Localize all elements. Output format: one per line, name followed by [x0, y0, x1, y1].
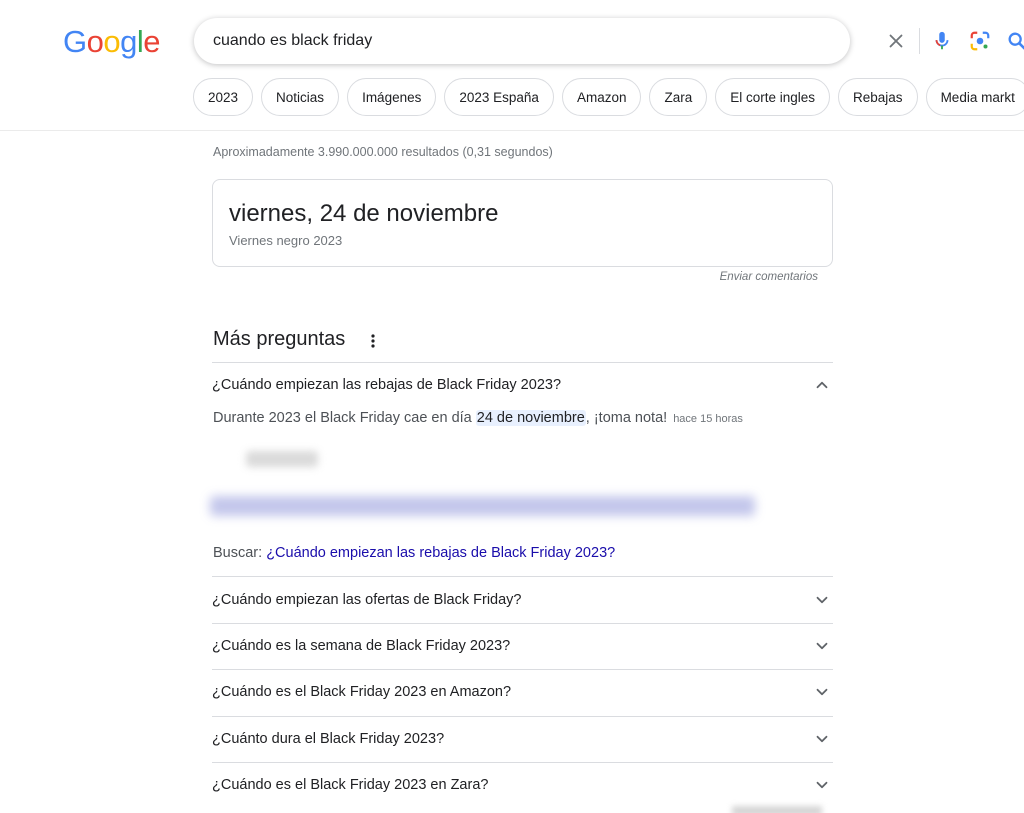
- paa-question[interactable]: ¿Cuándo es el Black Friday 2023 en Zara?: [212, 762, 833, 808]
- more-options-icon[interactable]: [366, 332, 380, 350]
- logo-letter: g: [120, 24, 137, 59]
- logo-letter: o: [103, 24, 121, 59]
- search-suggestion-prefix: Buscar:: [213, 545, 267, 561]
- filter-chips: 2023 Noticias Imágenes 2023 España Amazo…: [193, 78, 1024, 116]
- chip-noticias[interactable]: Noticias: [261, 78, 340, 116]
- featured-answer-sub: Viernes negro 2023: [229, 233, 343, 248]
- paa-question-label: ¿Cuánto dura el Black Friday 2023?: [212, 731, 445, 747]
- paa-answer-snippet: Durante 2023 el Black Friday cae en día …: [213, 410, 743, 426]
- chip-zara[interactable]: Zara: [649, 78, 708, 116]
- chevron-up-icon[interactable]: [813, 376, 831, 394]
- search-divider: [919, 28, 920, 54]
- chip-2023[interactable]: 2023: [193, 78, 254, 116]
- paa-question[interactable]: ¿Cuándo es la semana de Black Friday 202…: [212, 623, 833, 669]
- chip-amazon[interactable]: Amazon: [561, 78, 642, 116]
- blurred-result-link[interactable]: [210, 496, 755, 516]
- paa-question-label: ¿Cuándo empiezan las ofertas de Black Fr…: [212, 592, 522, 608]
- search-icon[interactable]: [1006, 30, 1024, 52]
- paa-question-label: ¿Cuándo es la semana de Black Friday 202…: [212, 638, 511, 654]
- paa-question[interactable]: ¿Cuándo es el Black Friday 2023 en Amazo…: [212, 669, 833, 715]
- paa-question-label: ¿Cuándo es el Black Friday 2023 en Amazo…: [212, 684, 512, 700]
- chevron-down-icon[interactable]: [813, 683, 831, 701]
- chevron-down-icon[interactable]: [813, 776, 831, 794]
- chip-2023-espana[interactable]: 2023 España: [444, 78, 554, 116]
- header: Google 2: [0, 0, 1024, 131]
- feedback-link[interactable]: Enviar comentarios: [720, 271, 818, 283]
- chip-imagenes[interactable]: Imágenes: [347, 78, 437, 116]
- paa-question[interactable]: ¿Cuándo empiezan las ofertas de Black Fr…: [212, 577, 833, 623]
- featured-answer-card: viernes, 24 de noviembre Viernes negro 2…: [212, 179, 833, 267]
- chevron-down-icon[interactable]: [813, 730, 831, 748]
- logo-letter: e: [143, 24, 161, 59]
- chip-rebajas[interactable]: Rebajas: [838, 78, 918, 116]
- blurred-more-results: [732, 806, 822, 813]
- answer-text: Durante 2023 el Black Friday cae en día: [213, 410, 476, 426]
- answer-highlight: 24 de noviembre: [475, 410, 586, 426]
- paa-question-expanded[interactable]: ¿Cuándo empiezan las rebajas de Black Fr…: [212, 362, 833, 408]
- paa-question-label: ¿Cuándo es el Black Friday 2023 en Zara?: [212, 777, 489, 793]
- featured-answer-main: viernes, 24 de noviembre: [229, 200, 499, 227]
- google-logo[interactable]: Google: [63, 24, 161, 60]
- chevron-down-icon[interactable]: [813, 591, 831, 609]
- blurred-source: [246, 451, 318, 467]
- logo-letter: G: [63, 24, 87, 59]
- search-box[interactable]: [194, 18, 1024, 64]
- chip-media-markt[interactable]: Media markt: [925, 78, 1024, 116]
- search-suggestion: Buscar: ¿Cuándo empiezan las rebajas de …: [213, 545, 615, 561]
- answer-text-end: , ¡toma nota!: [585, 410, 668, 426]
- mic-icon[interactable]: [931, 29, 953, 53]
- logo-letter: o: [86, 24, 104, 59]
- chip-el-corte-ingles[interactable]: El corte ingles: [715, 78, 831, 116]
- paa-question-label: ¿Cuándo empiezan las rebajas de Black Fr…: [212, 377, 562, 393]
- chevron-down-icon[interactable]: [813, 637, 831, 655]
- result-stats: Aproximadamente 3.990.000.000 resultados…: [213, 145, 553, 159]
- answer-age: hace 15 horas: [673, 413, 743, 425]
- paa-title: Más preguntas: [213, 328, 346, 350]
- close-icon[interactable]: [885, 30, 907, 52]
- search-input[interactable]: [213, 30, 673, 52]
- paa-question[interactable]: ¿Cuánto dura el Black Friday 2023?: [212, 716, 833, 762]
- search-suggestion-link[interactable]: ¿Cuándo empiezan las rebajas de Black Fr…: [266, 545, 615, 561]
- camera-lens-icon[interactable]: [969, 30, 991, 52]
